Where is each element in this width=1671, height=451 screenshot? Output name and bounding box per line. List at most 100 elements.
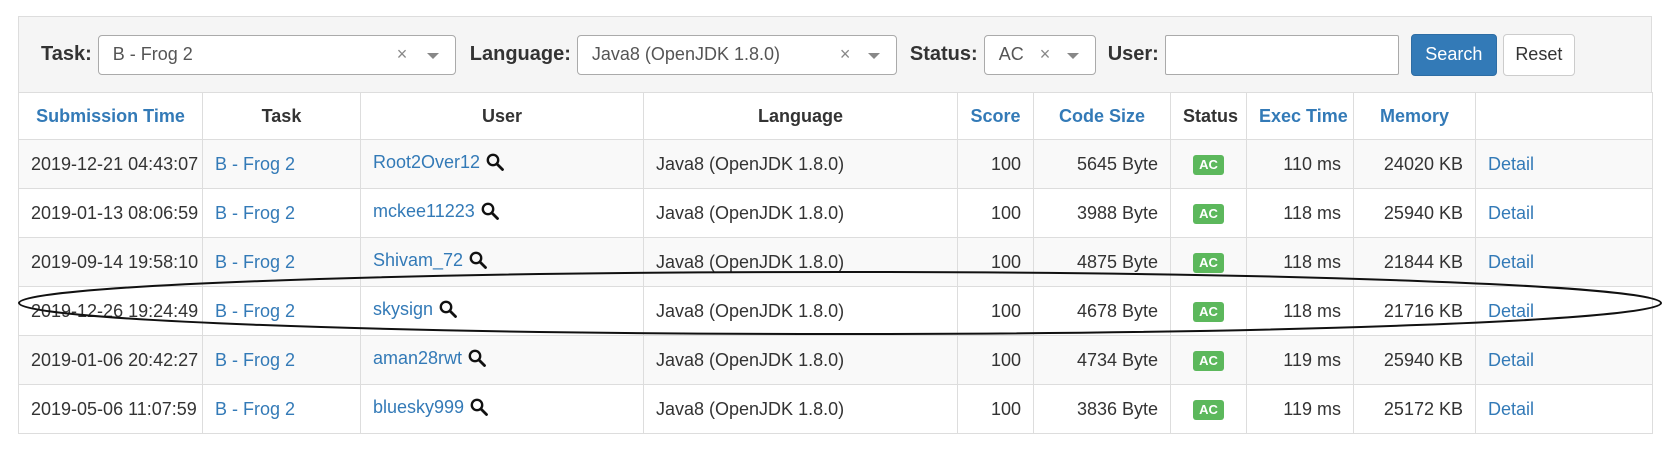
detail-link[interactable]: Detail xyxy=(1488,154,1534,174)
search-icon[interactable] xyxy=(469,251,487,274)
language-select[interactable]: Java8 (OpenJDK 1.8.0) × xyxy=(576,34,897,75)
task-select[interactable]: B - Frog 2 × xyxy=(97,34,456,75)
header-task: Task xyxy=(202,92,361,140)
table-row: 2019-09-14 19:58:10 B - Frog 2 Shivam_72 Ja… xyxy=(18,237,1653,287)
table-row: 2019-01-06 20:42:27 B - Frog 2 aman28rwt Ja… xyxy=(18,335,1653,385)
code-size-cell: 4678 Byte xyxy=(1033,286,1171,336)
language-filter-label: Language: xyxy=(469,43,571,65)
task-link[interactable]: B - Frog 2 xyxy=(215,154,295,174)
score-cell: 100 xyxy=(957,384,1034,434)
code-size-cell: 3988 Byte xyxy=(1033,188,1171,238)
exec-time-cell: 118 ms xyxy=(1246,188,1354,238)
detail-link[interactable]: Detail xyxy=(1488,399,1534,419)
reset-button[interactable]: Reset xyxy=(1502,33,1575,76)
exec-time-cell: 119 ms xyxy=(1246,384,1354,434)
chevron-down-icon[interactable] xyxy=(867,52,880,59)
submissions-table: Submission Time Task User Language Score… xyxy=(18,92,1653,434)
language-cell: Java8 (OpenJDK 1.8.0) xyxy=(643,237,958,287)
search-icon[interactable] xyxy=(470,398,488,421)
task-link[interactable]: B - Frog 2 xyxy=(215,203,295,223)
header-score[interactable]: Score xyxy=(957,92,1034,140)
memory-cell: 21844 KB xyxy=(1353,237,1476,287)
status-badge: AC xyxy=(1193,351,1224,371)
memory-cell: 25940 KB xyxy=(1353,335,1476,385)
chevron-down-icon[interactable] xyxy=(426,52,439,59)
status-badge: AC xyxy=(1193,400,1224,420)
header-language: Language xyxy=(643,92,958,140)
detail-link[interactable]: Detail xyxy=(1488,301,1534,321)
header-detail xyxy=(1475,92,1653,140)
task-link[interactable]: B - Frog 2 xyxy=(215,301,295,321)
user-link[interactable]: aman28rwt xyxy=(373,348,462,368)
language-cell: Java8 (OpenJDK 1.8.0) xyxy=(643,188,958,238)
user-link[interactable]: mckee11223 xyxy=(373,201,475,221)
search-icon[interactable] xyxy=(486,153,504,176)
table-row: 2019-01-13 08:06:59 B - Frog 2 mckee11223 J… xyxy=(18,188,1653,238)
task-link[interactable]: B - Frog 2 xyxy=(215,252,295,272)
exec-time-cell: 118 ms xyxy=(1246,286,1354,336)
status-select[interactable]: AC × xyxy=(983,34,1096,75)
memory-cell: 25172 KB xyxy=(1353,384,1476,434)
submission-time-cell: 2019-01-13 08:06:59 xyxy=(18,188,203,238)
table-row: 2019-12-21 04:43:07 B - Frog 2 Root2Over12… xyxy=(18,139,1653,189)
detail-link[interactable]: Detail xyxy=(1488,203,1534,223)
task-filter-label: Task: xyxy=(41,43,92,65)
chevron-down-icon[interactable] xyxy=(1066,52,1079,59)
table-row: 2019-05-06 11:07:59 B - Frog 2 bluesky999 J… xyxy=(18,384,1653,434)
code-size-cell: 4734 Byte xyxy=(1033,335,1171,385)
header-status: Status xyxy=(1170,92,1247,140)
submission-time-cell: 2019-01-06 20:42:27 xyxy=(18,335,203,385)
score-cell: 100 xyxy=(957,237,1034,287)
search-icon[interactable] xyxy=(439,300,457,323)
status-filter-label: Status: xyxy=(909,43,978,65)
detail-link[interactable]: Detail xyxy=(1488,252,1534,272)
status-badge: AC xyxy=(1193,253,1224,273)
header-submission-time[interactable]: Submission Time xyxy=(18,92,203,140)
user-input[interactable] xyxy=(1164,34,1399,75)
task-link[interactable]: B - Frog 2 xyxy=(215,399,295,419)
clear-icon[interactable]: × xyxy=(1040,44,1051,65)
clear-icon[interactable]: × xyxy=(397,44,408,65)
header-user: User xyxy=(360,92,644,140)
search-icon[interactable] xyxy=(481,202,499,225)
language-cell: Java8 (OpenJDK 1.8.0) xyxy=(643,335,958,385)
exec-time-cell: 118 ms xyxy=(1246,237,1354,287)
exec-time-cell: 119 ms xyxy=(1246,335,1354,385)
header-exec-time[interactable]: Exec Time xyxy=(1246,92,1354,140)
user-filter-label: User: xyxy=(1107,43,1159,65)
score-cell: 100 xyxy=(957,335,1034,385)
memory-cell: 24020 KB xyxy=(1353,139,1476,189)
task-link[interactable]: B - Frog 2 xyxy=(215,350,295,370)
code-size-cell: 4875 Byte xyxy=(1033,237,1171,287)
table-row: 2019-12-26 19:24:49 B - Frog 2 skysign Java… xyxy=(18,286,1653,336)
memory-cell: 21716 KB xyxy=(1353,286,1476,336)
clear-icon[interactable]: × xyxy=(840,44,851,65)
task-select-value: B - Frog 2 xyxy=(112,44,193,64)
code-size-cell: 5645 Byte xyxy=(1033,139,1171,189)
table-header-row: Submission Time Task User Language Score… xyxy=(18,92,1653,140)
submission-time-cell: 2019-12-21 04:43:07 xyxy=(18,139,203,189)
filter-bar: Task: B - Frog 2 × Language: Java8 (Open… xyxy=(18,16,1652,92)
detail-link[interactable]: Detail xyxy=(1488,350,1534,370)
search-button[interactable]: Search xyxy=(1410,33,1497,76)
language-cell: Java8 (OpenJDK 1.8.0) xyxy=(643,286,958,336)
memory-cell: 25940 KB xyxy=(1353,188,1476,238)
search-icon[interactable] xyxy=(468,349,486,372)
user-link[interactable]: bluesky999 xyxy=(373,397,464,417)
header-memory[interactable]: Memory xyxy=(1353,92,1476,140)
status-select-value: AC xyxy=(998,44,1024,64)
language-cell: Java8 (OpenJDK 1.8.0) xyxy=(643,139,958,189)
language-cell: Java8 (OpenJDK 1.8.0) xyxy=(643,384,958,434)
exec-time-cell: 110 ms xyxy=(1246,139,1354,189)
user-link[interactable]: Root2Over12 xyxy=(373,152,480,172)
status-badge: AC xyxy=(1193,155,1224,175)
user-link[interactable]: Shivam_72 xyxy=(373,250,463,270)
submission-time-cell: 2019-09-14 19:58:10 xyxy=(18,237,203,287)
user-link[interactable]: skysign xyxy=(373,299,433,319)
score-cell: 100 xyxy=(957,139,1034,189)
language-select-value: Java8 (OpenJDK 1.8.0) xyxy=(591,44,780,64)
header-code-size[interactable]: Code Size xyxy=(1033,92,1171,140)
submission-time-cell: 2019-12-26 19:24:49 xyxy=(18,286,203,336)
score-cell: 100 xyxy=(957,188,1034,238)
score-cell: 100 xyxy=(957,286,1034,336)
